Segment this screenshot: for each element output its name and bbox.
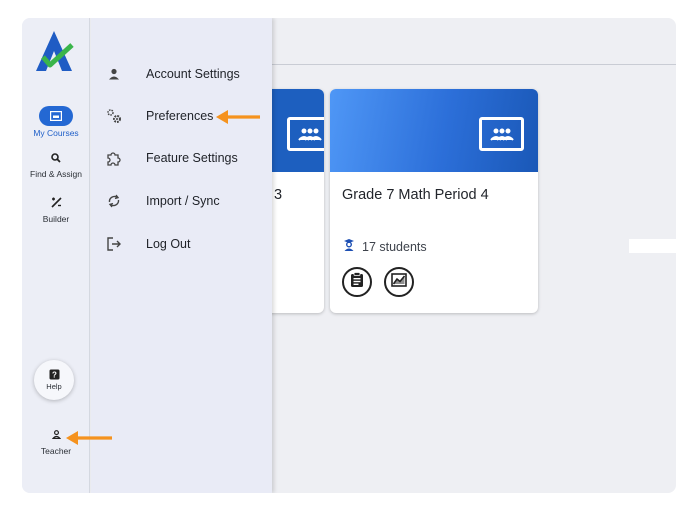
rail-item-label: Builder [42, 214, 70, 224]
sync-icon [103, 190, 125, 212]
right-edge-element [629, 239, 676, 253]
rail-item-label: Teacher [40, 446, 72, 456]
rail-item-label: Find & Assign [30, 169, 82, 179]
classroom-icon [287, 117, 324, 151]
menu-item-log-out[interactable]: Log Out [91, 226, 272, 262]
reports-button[interactable] [384, 267, 414, 297]
annotation-arrow-icon [66, 431, 112, 445]
rail-item-label: My Courses [33, 128, 79, 138]
menu-item-label: Account Settings [146, 67, 240, 81]
logout-icon [103, 233, 125, 255]
rail-item-find-assign[interactable]: Find & Assign [22, 153, 90, 179]
classroom-icon [479, 117, 524, 151]
gears-icon [103, 105, 125, 127]
app-logo [32, 29, 76, 78]
menu-item-feature-settings[interactable]: Feature Settings [91, 140, 272, 176]
menu-item-account-settings[interactable]: Account Settings [91, 56, 272, 92]
menu-item-label: Feature Settings [146, 151, 238, 165]
card-header [330, 89, 538, 172]
student-count: 17 students [342, 238, 427, 255]
courses-icon [39, 106, 73, 126]
puzzle-icon [103, 147, 125, 169]
clipboard-icon [350, 271, 364, 293]
menu-item-label: Preferences [146, 109, 214, 123]
app-window: 3 Grade 7 Math Period 4 17 students My C… [22, 18, 676, 493]
account-menu: Account Settings Preferences Feature Set… [91, 18, 272, 493]
person-icon [103, 63, 125, 85]
navigation-rail: My Courses Find & Assign Builder ? Help … [22, 18, 90, 493]
menu-item-label: Log Out [146, 237, 191, 251]
help-label: Help [46, 382, 62, 391]
menu-item-import-sync[interactable]: Import / Sync [91, 183, 272, 219]
course-card[interactable]: Grade 7 Math Period 4 17 students [330, 89, 538, 313]
course-title: Grade 7 Math Period 4 [342, 187, 489, 203]
rail-item-my-courses[interactable]: My Courses [22, 106, 90, 138]
header-divider [272, 64, 676, 65]
help-button[interactable]: ? Help [34, 360, 74, 400]
svg-text:?: ? [52, 370, 57, 379]
annotation-arrow-icon [216, 110, 260, 124]
person-icon [51, 430, 61, 441]
student-icon [342, 238, 356, 255]
assignments-button[interactable] [342, 267, 372, 297]
help-icon: ? [49, 369, 60, 382]
search-icon [51, 153, 61, 165]
builder-icon [50, 197, 62, 210]
rail-item-builder[interactable]: Builder [22, 197, 90, 224]
menu-item-label: Import / Sync [146, 194, 220, 208]
student-count-label: 17 students [362, 239, 427, 254]
course-title: 3 [274, 187, 283, 203]
chart-icon [391, 272, 407, 292]
